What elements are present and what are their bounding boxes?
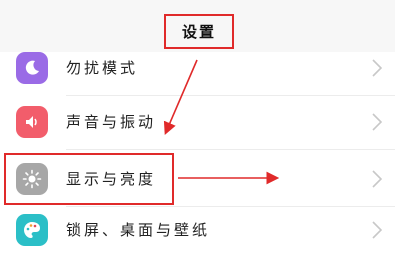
- settings-item-label: 勿扰模式: [66, 59, 139, 77]
- chevron-right-icon: [372, 59, 383, 77]
- settings-item-label: 锁屏、桌面与壁纸: [66, 221, 211, 239]
- settings-item-label: 声音与振动: [66, 113, 157, 131]
- page-title: 设置: [181, 23, 216, 41]
- chevron-right-icon: [372, 221, 383, 239]
- settings-item-do-not-disturb[interactable]: 勿扰模式: [0, 44, 395, 96]
- divider: [66, 95, 395, 96]
- chevron-right-icon: [372, 113, 383, 131]
- divider: [66, 149, 395, 150]
- speaker-icon: [16, 106, 48, 138]
- palette-icon: [16, 214, 48, 246]
- display-item-highlight-box: [4, 153, 174, 205]
- moon-icon: [16, 52, 48, 84]
- chevron-right-icon: [372, 170, 383, 188]
- settings-item-lockscreen-wallpaper[interactable]: 锁屏、桌面与壁纸: [0, 206, 395, 258]
- settings-item-sound-vibration[interactable]: 声音与振动: [0, 98, 395, 150]
